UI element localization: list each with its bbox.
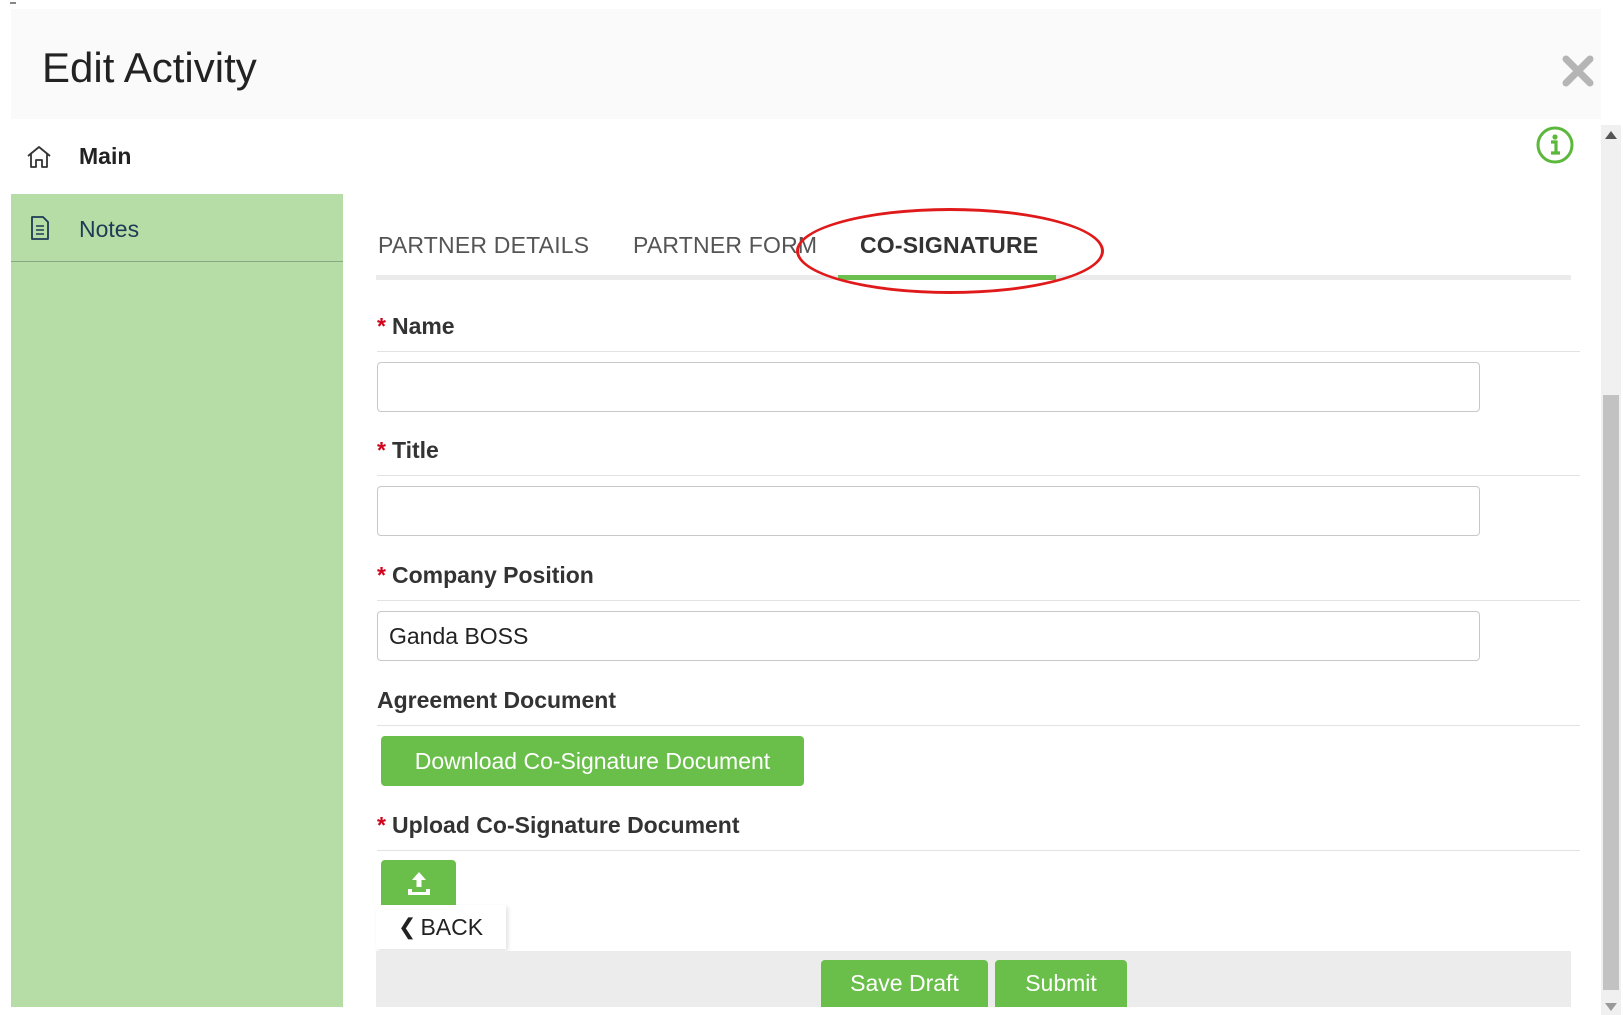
scroll-down-arrow-icon[interactable] <box>1605 1003 1617 1011</box>
sidebar-item-label: Notes <box>79 216 140 242</box>
scrollbar[interactable] <box>1601 125 1621 1015</box>
download-co-signature-button[interactable]: Download Co-Signature Document <box>381 736 804 786</box>
corner-mark <box>10 2 16 4</box>
divider <box>377 600 1580 601</box>
dialog-header: Edit Activity <box>11 9 1601 119</box>
upload-icon <box>404 868 434 903</box>
document-icon <box>25 214 53 242</box>
name-label: * Name <box>377 313 455 339</box>
divider <box>377 475 1580 476</box>
dialog-title: Edit Activity <box>42 44 257 91</box>
title-label: * Title <box>377 437 439 463</box>
company-position-label: * Company Position <box>377 562 594 588</box>
required-marker: * <box>377 812 386 838</box>
scrollbar-thumb[interactable] <box>1603 395 1619 990</box>
scroll-up-arrow-icon[interactable] <box>1605 131 1617 139</box>
close-icon[interactable] <box>1558 51 1598 91</box>
back-link[interactable]: ❮ BACK <box>376 905 506 949</box>
tab-partner-form[interactable]: PARTNER FORM <box>633 232 817 259</box>
name-field[interactable] <box>377 362 1480 412</box>
divider <box>377 351 1580 352</box>
annotation-highlight-ellipse <box>796 208 1104 294</box>
save-draft-button[interactable]: Save Draft <box>821 960 988 1007</box>
sidebar-item-main[interactable]: Main <box>11 119 343 194</box>
company-position-field[interactable] <box>377 611 1480 661</box>
back-label: BACK <box>420 913 484 940</box>
sidebar: Main Notes <box>11 119 343 1007</box>
submit-button[interactable]: Submit <box>995 960 1127 1007</box>
divider <box>377 725 1580 726</box>
title-field[interactable] <box>377 486 1480 536</box>
required-marker: * <box>377 562 386 588</box>
sidebar-item-label: Main <box>79 143 132 169</box>
agreement-document-label: Agreement Document <box>377 687 616 713</box>
required-marker: * <box>377 313 386 339</box>
info-icon[interactable] <box>1535 125 1575 165</box>
chevron-left-icon: ❮ <box>398 914 417 939</box>
required-marker: * <box>377 437 386 463</box>
upload-co-signature-label: * Upload Co-Signature Document <box>377 812 740 838</box>
sidebar-panel: Notes <box>11 194 343 1007</box>
home-icon <box>25 143 53 171</box>
sidebar-item-notes[interactable]: Notes <box>11 194 343 262</box>
tab-partner-details[interactable]: PARTNER DETAILS <box>378 232 589 259</box>
divider <box>377 850 1580 851</box>
upload-button[interactable] <box>381 860 456 910</box>
